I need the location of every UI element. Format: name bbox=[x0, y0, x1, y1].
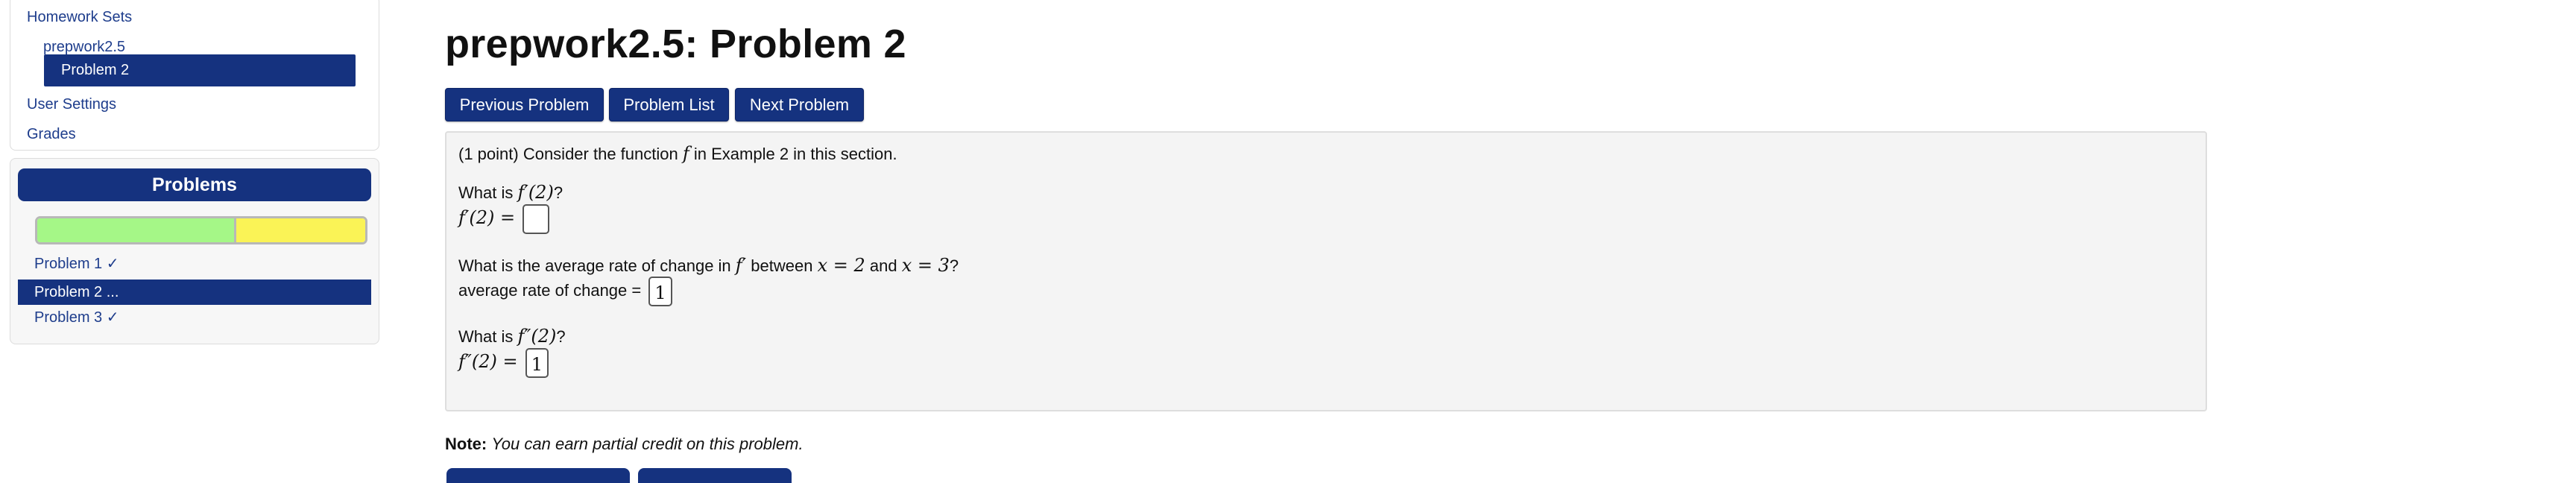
q1-answer-input[interactable] bbox=[523, 204, 550, 234]
intro-suffix: in Example 2 in this section. bbox=[693, 145, 897, 163]
problem-intro: (1 point) Consider the function f in Exa… bbox=[458, 143, 897, 164]
partial-credit-note: Note: You can earn partial credit on thi… bbox=[445, 435, 804, 454]
question-2-answer-row: average rate of change = 1 bbox=[458, 277, 672, 306]
next-problem-button[interactable]: Next Problem bbox=[735, 88, 864, 121]
question-1-answer-row: f′(2) = bbox=[458, 204, 550, 234]
q2-answer-input[interactable]: 1 bbox=[648, 277, 672, 306]
q3-math: f″(2) bbox=[517, 326, 557, 347]
q3-answer-input[interactable]: 1 bbox=[525, 348, 549, 378]
intro-text: (1 point) Consider the function bbox=[458, 145, 678, 163]
q2-math-x1: x = 2 bbox=[817, 255, 865, 276]
problems-panel: Problems Problem 1 ✓ Problem 2 ... Probl… bbox=[10, 158, 379, 344]
progress-partial bbox=[236, 218, 365, 242]
problem-2-label: Problem 2 ... bbox=[34, 284, 119, 300]
user-settings-link[interactable]: User Settings bbox=[27, 96, 116, 113]
problem-2-link[interactable]: Problem 2 ... bbox=[18, 280, 371, 305]
progress-correct bbox=[37, 218, 236, 242]
question-3-prompt: What is f″(2)? bbox=[458, 326, 566, 347]
note-text: You can earn partial credit on this prob… bbox=[491, 435, 804, 453]
set-link[interactable]: prepwork2.5 bbox=[43, 39, 125, 56]
q1-answer-label: f′(2) = bbox=[458, 206, 516, 228]
problem-body: (1 point) Consider the function f in Exa… bbox=[445, 131, 2207, 411]
q2-between: between bbox=[751, 256, 813, 275]
current-problem-label: Problem 2 bbox=[61, 62, 130, 78]
q3-suffix: ? bbox=[556, 327, 566, 346]
q2-and: and bbox=[869, 256, 897, 275]
sidebar-nav: Homework Sets prepwork2.5 Problem 2 User… bbox=[10, 0, 379, 151]
problems-header: Problems bbox=[18, 168, 371, 201]
current-problem-nav-item[interactable]: Problem 2 bbox=[44, 54, 356, 86]
q1-prefix: What is bbox=[458, 183, 514, 202]
q3-answer-label: f″(2) = bbox=[458, 350, 518, 372]
question-2-prompt: What is the average rate of change in f′… bbox=[458, 255, 959, 276]
q2-math-x2: x = 3 bbox=[901, 255, 950, 276]
q1-math: f′(2) bbox=[517, 182, 554, 203]
q3-prefix: What is bbox=[458, 327, 514, 346]
q2-suffix: ? bbox=[949, 256, 959, 275]
homework-sets-link[interactable]: Homework Sets bbox=[27, 9, 132, 26]
q2-math-var: f′ bbox=[735, 255, 747, 276]
problem-3-link[interactable]: Problem 3 ✓ bbox=[34, 308, 119, 326]
previous-problem-button[interactable]: Previous Problem bbox=[445, 88, 604, 121]
note-label: Note: bbox=[445, 435, 487, 453]
q1-suffix: ? bbox=[553, 183, 564, 202]
page-title: prepwork2.5: Problem 2 bbox=[445, 22, 906, 66]
intro-math: f bbox=[682, 143, 689, 164]
q2-answer-label: average rate of change = bbox=[458, 280, 642, 300]
submit-button[interactable] bbox=[446, 468, 630, 483]
problem-1-link[interactable]: Problem 1 ✓ bbox=[34, 254, 119, 273]
q2-prefix: What is the average rate of change in bbox=[458, 256, 731, 275]
preview-button[interactable] bbox=[638, 468, 792, 483]
problem-list-button[interactable]: Problem List bbox=[609, 88, 729, 121]
question-3-answer-row: f″(2) = 1 bbox=[458, 348, 549, 378]
grades-link[interactable]: Grades bbox=[27, 126, 76, 143]
progress-bar bbox=[35, 216, 367, 244]
question-1-prompt: What is f′(2)? bbox=[458, 182, 563, 203]
